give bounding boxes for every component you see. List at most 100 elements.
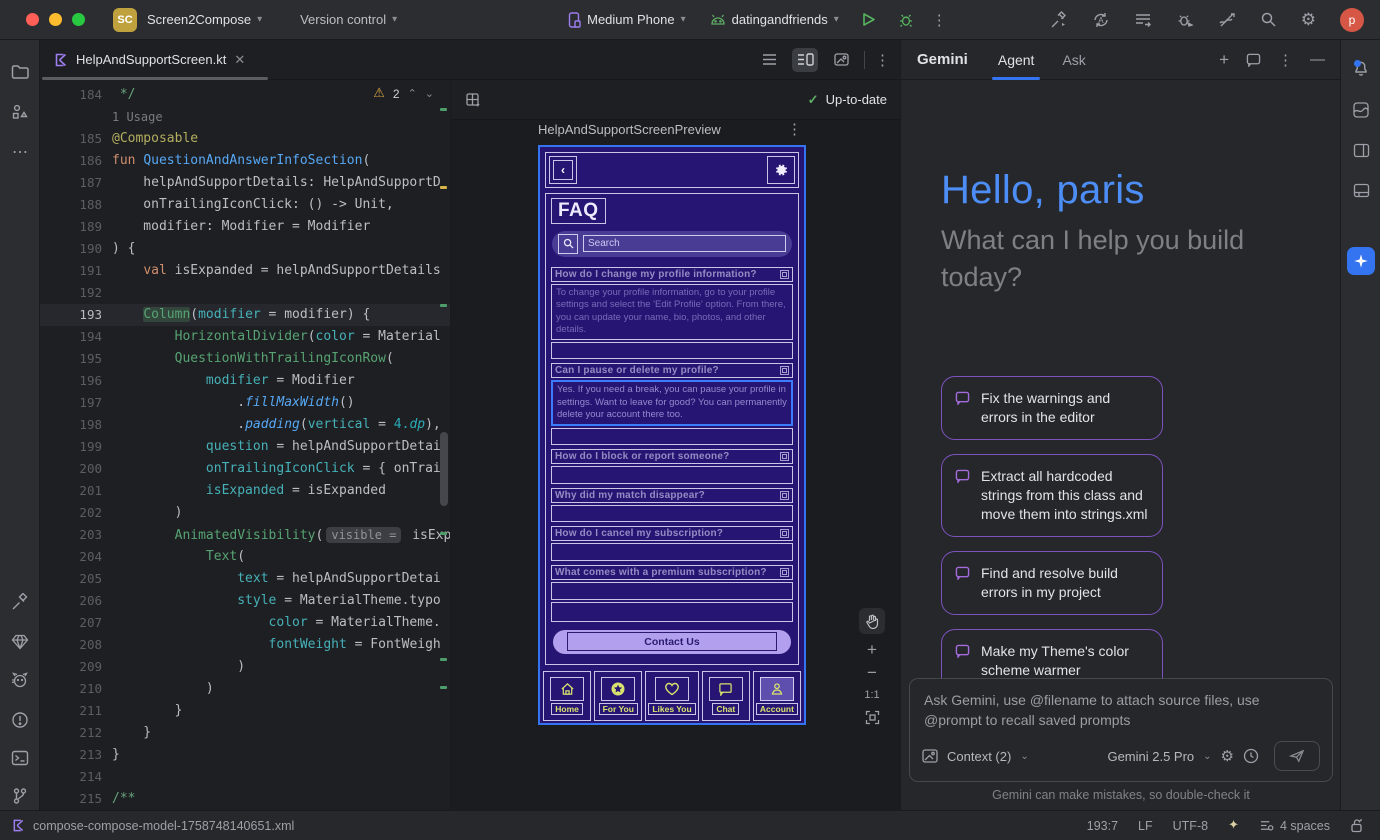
next-issue-icon[interactable]: ⌄ [425,87,434,100]
faq-question[interactable]: How do I cancel my subscription? [551,526,793,541]
editor-scrollbar[interactable] [438,80,450,810]
split-view-button[interactable] [792,48,818,72]
terminal-icon[interactable] [0,744,40,772]
project-tool-icon[interactable] [0,58,40,86]
maximize-window-button[interactable] [72,13,85,26]
preview-options-kebab[interactable]: ⋮ [787,120,803,138]
ai-sparkle-icon[interactable]: ✦ [1228,818,1239,833]
new-chat-plus-icon[interactable]: + [1219,50,1229,70]
code-view-button[interactable] [756,48,782,72]
hide-panel-icon[interactable]: — [1310,51,1325,68]
chat-history-icon[interactable] [1246,53,1261,67]
nav-account[interactable]: Account [753,671,801,721]
file-encoding[interactable]: UTF-8 [1173,819,1208,833]
problems-icon[interactable] [0,706,40,734]
zoom-in-button[interactable]: + [867,643,877,657]
prev-issue-icon[interactable]: ⌃ [408,87,417,100]
sync-icon[interactable]: A [1092,11,1110,29]
expand-icon[interactable] [780,568,789,577]
status-file-name[interactable]: compose-compose-model-1758748140651.xml [33,819,294,833]
device-selector[interactable]: Medium Phone▾ [567,12,685,28]
device-mirror-icon[interactable] [1218,11,1236,29]
vcs-selector[interactable]: Version control▾ [300,12,397,27]
unlocked-padlock-icon[interactable] [1350,818,1364,833]
todo-list-icon[interactable] [1134,11,1152,29]
minimize-window-button[interactable] [49,13,62,26]
faq-question[interactable]: Why did my match disappear? [551,488,793,503]
ai-gradient-icon[interactable] [1341,96,1380,124]
more-tool-windows-icon[interactable]: ⋯ [0,138,40,166]
gemini-options-kebab[interactable]: ⋮ [1278,51,1293,69]
compose-preview-phone[interactable]: ‹ FAQ Search How do I change my profile … [538,145,806,725]
faq-question[interactable]: What comes with a premium subscription? [551,565,793,580]
nav-for-you[interactable]: For You [594,671,642,721]
tab-helpandsupportscreen[interactable]: HelpAndSupportScreen.kt ✕ [40,40,259,80]
close-window-button[interactable] [26,13,39,26]
device-manager-panel-icon[interactable] [1341,136,1380,164]
run-button[interactable] [861,12,876,27]
preview-title[interactable]: HelpAndSupportScreenPreview [538,122,721,137]
caret-position[interactable]: 193:7 [1087,819,1118,833]
close-tab-icon[interactable]: ✕ [234,52,245,68]
layout-grid-icon[interactable] [465,92,481,108]
scrollbar-thumb[interactable] [440,432,448,506]
layout-panel-icon[interactable] [1341,176,1380,204]
debug-button[interactable] [898,12,914,28]
tab-agent[interactable]: Agent [998,40,1035,80]
profiler-icon[interactable] [1176,11,1194,29]
faq-question[interactable]: How do I change my profile information? [551,267,793,282]
expand-icon[interactable] [780,491,789,500]
pan-tool-button[interactable] [859,608,885,634]
indent-setting[interactable]: 4 spaces [1259,819,1330,833]
design-view-button[interactable] [828,48,854,72]
build-icon[interactable] [1050,11,1068,29]
expand-icon[interactable] [780,529,789,538]
suggestion-chip[interactable]: Fix the warnings and errors in the edito… [941,376,1163,440]
expand-icon[interactable] [780,270,789,279]
run-configuration-selector[interactable]: datingandfriends▾ [710,12,839,27]
suggestion-chip[interactable]: Extract all hardcoded strings from this … [941,454,1163,537]
git-icon[interactable] [0,782,40,810]
code-editor[interactable]: 184 */1 Usage185@Composable186fun Questi… [40,80,450,810]
tab-ask[interactable]: Ask [1062,40,1085,80]
gemini-prompt-input[interactable]: Ask Gemini, use @filename to attach sour… [909,678,1333,782]
line-ending[interactable]: LF [1138,819,1153,833]
zoom-to-fit-button[interactable] [865,710,880,725]
contact-us-button[interactable]: Contact Us [553,630,791,654]
faq-answer-highlighted[interactable]: Yes. If you need a break, you can pause … [551,380,793,426]
inspection-widget[interactable]: ⚠ 2 ⌃ ⌄ [373,86,434,101]
nav-chat[interactable]: Chat [702,671,750,721]
faq-question[interactable]: Can I pause or delete my profile? [551,363,793,378]
context-selector[interactable]: Context (2) [947,749,1011,764]
phone-back-button[interactable]: ‹ [549,156,577,184]
user-avatar[interactable]: p [1340,8,1364,32]
phone-settings-button[interactable] [767,156,795,184]
structure-tool-icon[interactable] [0,98,40,126]
nav-home[interactable]: Home [543,671,591,721]
zoom-out-button[interactable]: − [867,666,877,680]
gemini-settings-icon[interactable]: ⚙ [1221,747,1234,765]
gemini-toolwindow-button[interactable] [1347,247,1375,275]
send-button[interactable] [1274,741,1320,771]
resource-manager-gem-icon[interactable] [0,628,40,656]
attach-image-icon[interactable] [922,749,938,763]
notifications-bell-icon[interactable] [1341,54,1380,82]
search-placeholder[interactable]: Search [583,235,786,252]
build-tool-icon[interactable] [0,588,40,616]
expand-icon[interactable] [780,452,789,461]
window-controls[interactable] [26,13,85,26]
run-options-kebab[interactable]: ⋮ [932,11,948,29]
project-selector[interactable]: Screen2Compose▾ [147,12,262,27]
history-clock-icon[interactable] [1243,748,1259,764]
logcat-cat-icon[interactable] [0,666,40,694]
search-icon[interactable] [1260,11,1277,28]
editor-options-kebab[interactable]: ⋮ [875,51,890,69]
faq-question[interactable]: How do I block or report someone? [551,449,793,464]
suggestion-chip[interactable]: Find and resolve build errors in my proj… [941,551,1163,615]
zoom-actual-size-button[interactable]: 1:1 [864,689,879,701]
model-selector[interactable]: Gemini 2.5 Pro [1107,749,1194,764]
nav-likes-you[interactable]: Likes You [645,671,698,721]
expand-icon[interactable] [780,366,789,375]
settings-icon[interactable]: ⚙ [1301,10,1316,30]
faq-search-bar[interactable]: Search [552,231,792,257]
